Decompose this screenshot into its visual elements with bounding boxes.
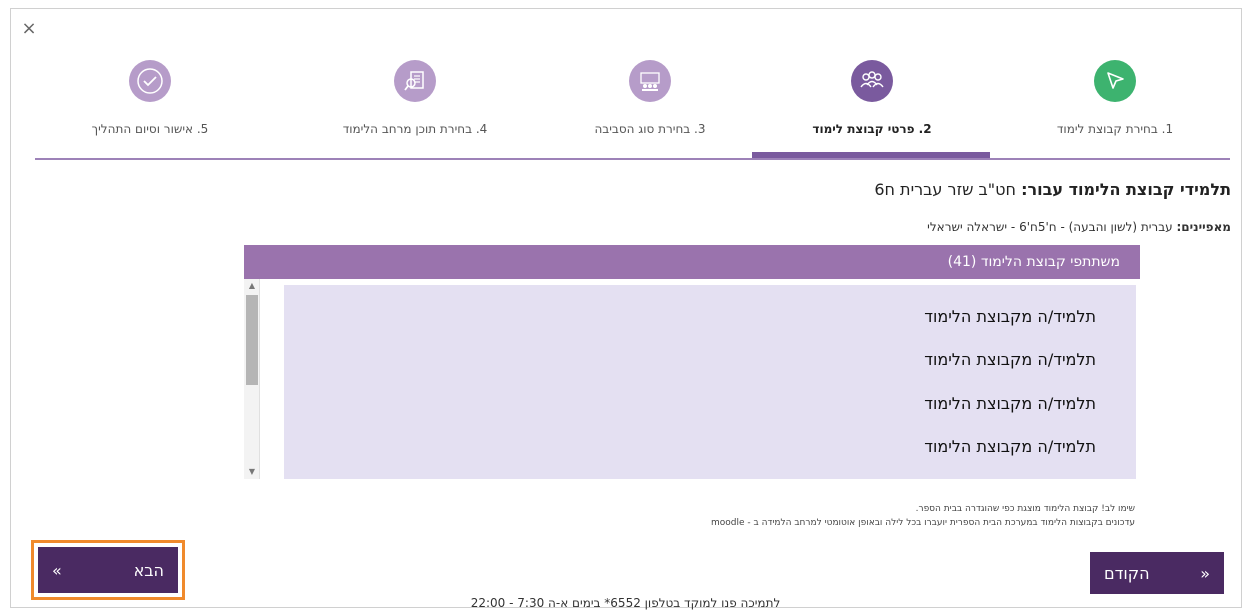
- double-chevron-right-icon: »: [1200, 563, 1210, 583]
- list-item[interactable]: תלמיד/ה מקבוצת הלימוד: [924, 394, 1096, 413]
- scroll-up-icon[interactable]: ▲: [244, 279, 260, 293]
- participants-header: משתתפי קבוצת הלימוד (41): [244, 245, 1140, 279]
- close-icon[interactable]: ×: [18, 18, 40, 40]
- participants-list[interactable]: ▲ ▼ תלמיד/ה מקבוצת הלימוד תלמיד/ה מקבוצת…: [244, 279, 1140, 479]
- step-2-label: 2. פרטי קבוצת לימוד: [812, 122, 932, 136]
- stepper-baseline: [35, 158, 1230, 160]
- list-item[interactable]: תלמיד/ה מקבוצת הלימוד: [924, 307, 1096, 326]
- support-footer: לתמיכה פנו למוקד בטלפון 6552* בימים א-ה …: [470, 596, 781, 610]
- scroll-thumb[interactable]: [246, 295, 258, 385]
- active-step-indicator: [752, 152, 990, 158]
- next-button-label: הבא: [133, 560, 164, 580]
- step-1-label: 1. בחירת קבוצת לימוד: [1056, 122, 1174, 136]
- step-5-label: 5. אישור וסיום התהליך: [91, 122, 209, 136]
- previous-button-label: הקודם: [1104, 563, 1150, 583]
- participants-scrollbar[interactable]: ▲ ▼: [244, 279, 260, 479]
- step-2-group-details[interactable]: 2. פרטי קבוצת לימוד: [757, 60, 987, 160]
- content-search-icon: [394, 60, 436, 102]
- list-item[interactable]: תלמיד/ה מקבוצת הלימוד: [924, 350, 1096, 369]
- characteristics-value: עברית (לשון והבעה) - ח'5ח'6 - ישראלה ישר…: [927, 220, 1173, 234]
- step-4-label: 4. בחירת תוכן מרחב הלימוד: [342, 122, 488, 136]
- note-group-origin: שימו לב! קבוצת הלימוד מוצגת כפי שהוגדרה …: [915, 504, 1135, 514]
- checkmark-icon: [129, 60, 171, 102]
- title-prefix: תלמידי קבוצת הלימוד עבור:: [1021, 180, 1231, 199]
- classroom-icon: [629, 60, 671, 102]
- step-3-environment[interactable]: 3. בחירת סוג הסביבה: [535, 60, 765, 160]
- previous-button[interactable]: הקודם »: [1090, 552, 1224, 594]
- double-chevron-left-icon: «: [52, 560, 62, 580]
- scroll-down-icon[interactable]: ▼: [244, 465, 260, 479]
- page-title: תלמידי קבוצת הלימוד עבור: חט"ב שזר עברית…: [874, 180, 1231, 199]
- group-characteristics: מאפיינים: עברית (לשון והבעה) - ח'5ח'6 - …: [927, 220, 1231, 234]
- step-3-label: 3. בחירת סוג הסביבה: [594, 122, 706, 136]
- list-item[interactable]: תלמיד/ה מקבוצת הלימוד: [924, 437, 1096, 456]
- participants-list-area: תלמיד/ה מקבוצת הלימוד תלמיד/ה מקבוצת הלי…: [284, 285, 1136, 479]
- characteristics-label: מאפיינים:: [1176, 220, 1231, 234]
- cursor-arrow-icon: [1094, 60, 1136, 102]
- next-button[interactable]: « הבא: [31, 540, 185, 600]
- group-people-icon: [851, 60, 893, 102]
- note-sync-info: עדכונים בקבוצות הלימוד במערכת הבית הספרי…: [711, 518, 1135, 528]
- step-4-content[interactable]: 4. בחירת תוכן מרחב הלימוד: [300, 60, 530, 160]
- group-name: חט"ב שזר עברית ח6: [874, 180, 1016, 199]
- step-1-select-group[interactable]: 1. בחירת קבוצת לימוד: [1000, 60, 1230, 160]
- wizard-stepper: 5. אישור וסיום התהליך 4. בחירת תוכן מרחב…: [35, 60, 1230, 160]
- step-5-confirm[interactable]: 5. אישור וסיום התהליך: [35, 60, 265, 160]
